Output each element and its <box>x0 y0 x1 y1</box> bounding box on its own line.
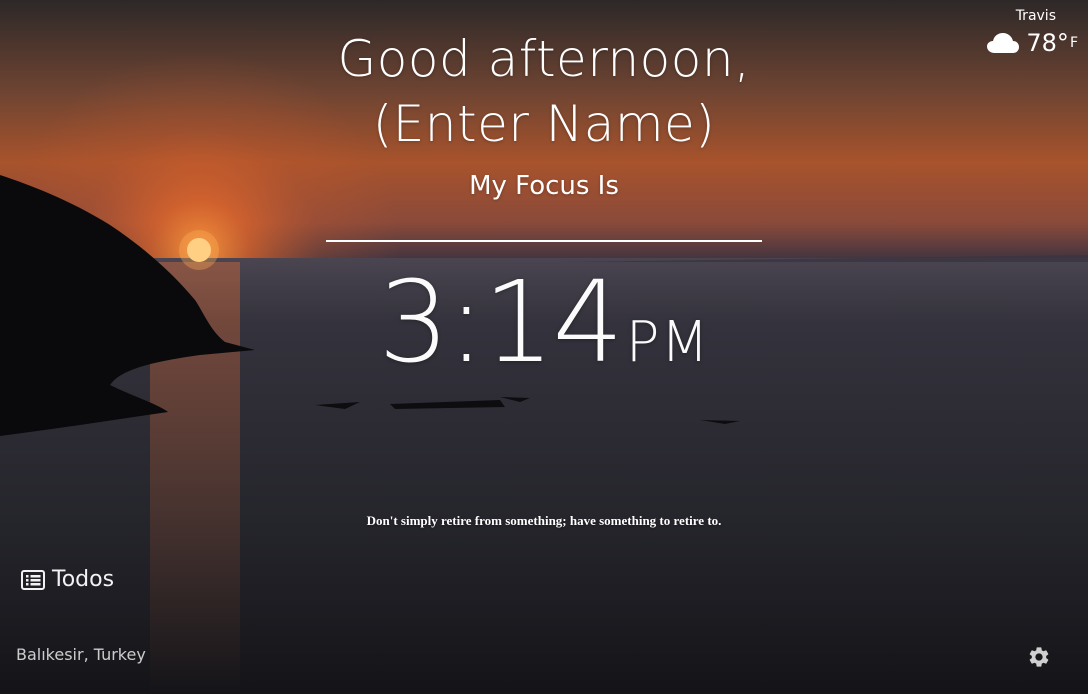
daily-quote: Don't simply retire from something; have… <box>366 513 722 528</box>
weather-current: 78° F <box>958 26 1078 60</box>
clock-time: 3:14 <box>378 258 624 388</box>
weather-location: Travis <box>1015 8 1056 24</box>
temperature: 78° <box>1026 29 1069 57</box>
user-name[interactable]: (Enter Name) <box>244 92 844 156</box>
greeting-text: Good afternoon, <box>337 30 751 88</box>
clock-period: PM <box>625 310 710 375</box>
cloud-icon <box>987 33 1020 53</box>
focus-input[interactable] <box>326 212 762 242</box>
todos-button[interactable]: Todos <box>21 565 114 595</box>
gear-icon[interactable] <box>1027 645 1051 669</box>
photo-location[interactable]: Balıkesir, Turkey <box>16 644 146 666</box>
temperature-unit: F <box>1069 35 1078 51</box>
focus-label: My Focus Is <box>469 171 619 201</box>
todos-label: Todos <box>52 567 115 592</box>
clock: 3:14PM <box>344 258 744 388</box>
weather-widget[interactable]: Travis 78° F <box>958 6 1078 60</box>
list-icon <box>21 570 45 590</box>
